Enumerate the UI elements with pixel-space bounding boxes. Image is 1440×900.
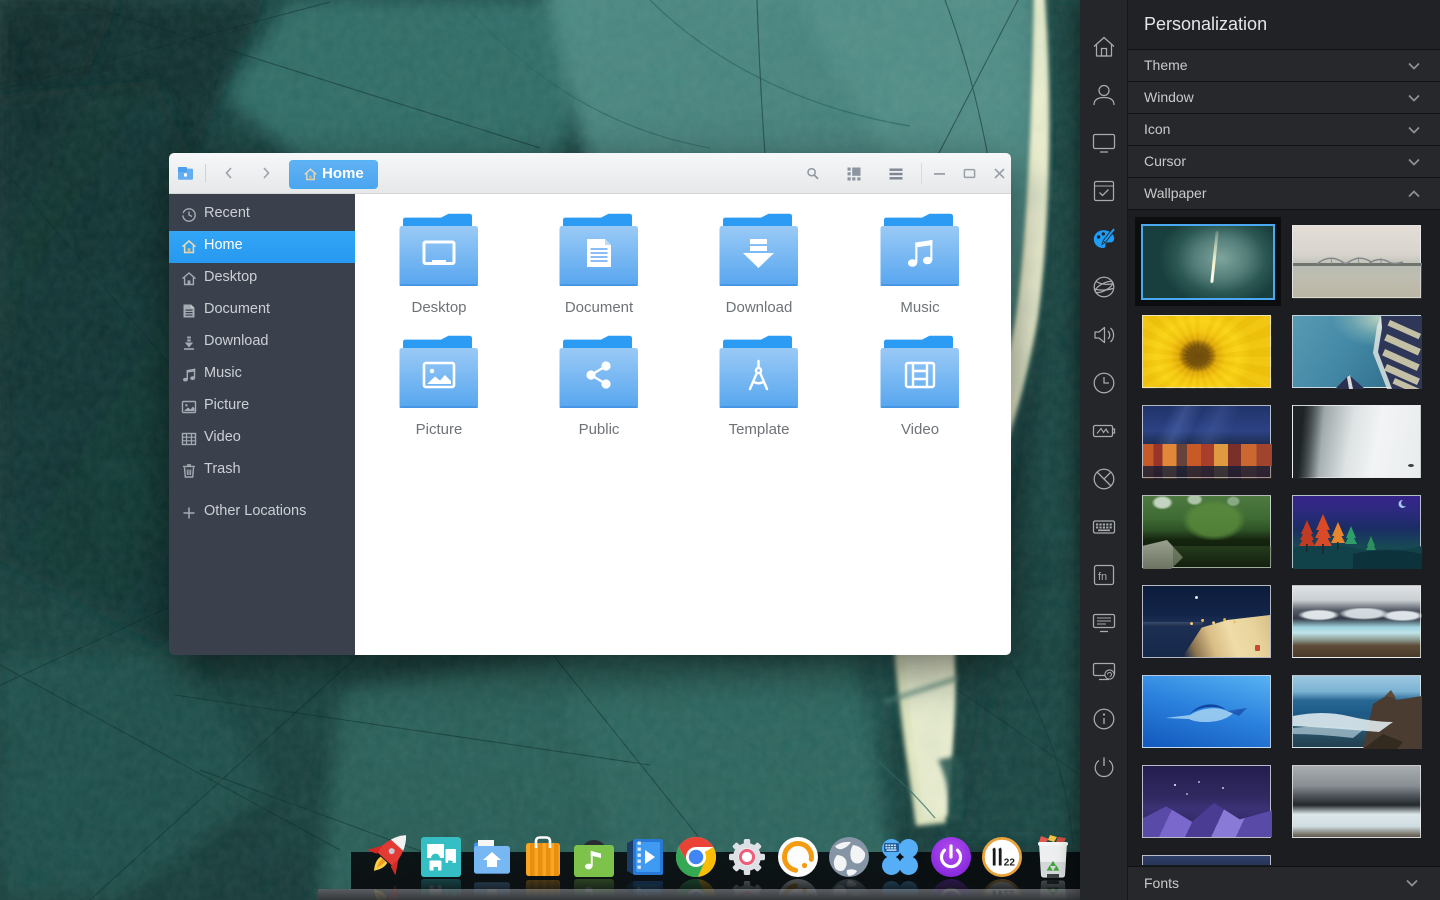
svg-text:22: 22 xyxy=(1004,858,1016,869)
svg-text:fn: fn xyxy=(1098,571,1107,583)
